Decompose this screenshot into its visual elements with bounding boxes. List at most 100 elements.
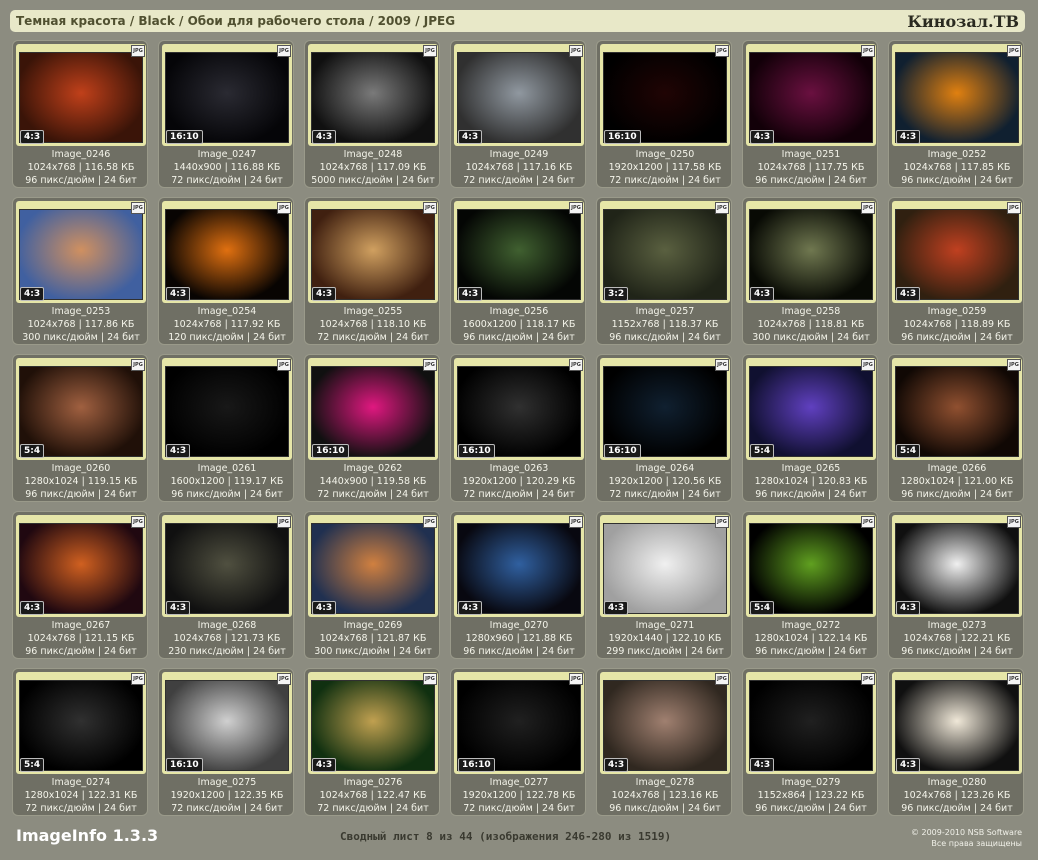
thumbnail-info: Image_0259 1024x768 | 118.89 КБ 96 пикс/дю… xyxy=(889,305,1023,344)
thumbnail-tile[interactable]: JPG 16:10 Image_0277 1920x1200 | 122.78 КБ 7… xyxy=(450,668,586,816)
jpg-format-icon: JPG xyxy=(861,202,875,214)
thumbnail-tile[interactable]: JPG 4:3 Image_0246 1024x768 | 116.58 КБ 96 п… xyxy=(12,40,148,188)
thumbnail-tile[interactable]: JPG 4:3 Image_0258 1024x768 | 118.81 КБ 300 … xyxy=(742,197,878,345)
thumbnail-frame: JPG 16:10 xyxy=(308,358,438,460)
image-filename: Image_0257 xyxy=(635,306,695,317)
image-resolution-size: 1024x768 | 121.73 КБ xyxy=(173,633,281,644)
thumbnail-tile[interactable]: JPG 5:4 Image_0260 1280x1024 | 119.15 КБ 96 … xyxy=(12,354,148,502)
thumbnail-tile[interactable]: JPG 4:3 Image_0273 1024x768 | 122.21 КБ 96 п… xyxy=(888,511,1024,659)
image-filename: Image_0254 xyxy=(197,306,257,317)
jpg-format-icon: JPG xyxy=(131,45,145,57)
jpg-format-icon: JPG xyxy=(1007,516,1021,528)
jpg-format-icon: JPG xyxy=(131,359,145,371)
thumbnail-tile[interactable]: JPG 4:3 Image_0271 1920x1440 | 122.10 КБ 299… xyxy=(596,511,732,659)
image-dpi-depth: 300 пикс/дюйм | 24 бит xyxy=(752,332,870,343)
image-filename: Image_0252 xyxy=(927,149,987,160)
image-resolution-size: 1024x768 | 121.87 КБ xyxy=(319,633,427,644)
image-dpi-depth: 96 пикс/дюйм | 24 бит xyxy=(171,489,283,500)
thumbnail-info: Image_0274 1280x1024 | 122.31 КБ 72 пикс/д… xyxy=(13,776,147,815)
aspect-ratio-badge: 4:3 xyxy=(312,601,337,615)
image-filename: Image_0255 xyxy=(343,306,403,317)
aspect-ratio-badge: 4:3 xyxy=(604,758,629,772)
thumbnail-info: Image_0276 1024x768 | 122.47 КБ 72 пикс/дю… xyxy=(305,776,439,815)
image-resolution-size: 1024x768 | 122.47 КБ xyxy=(319,790,427,801)
image-resolution-size: 1920x1200 | 120.29 КБ xyxy=(462,476,576,487)
image-resolution-size: 1440x900 | 116.88 КБ xyxy=(173,162,281,173)
thumbnail-frame: JPG 4:3 xyxy=(308,44,438,146)
thumbnail-tile[interactable]: JPG 4:3 Image_0279 1152x864 | 123.22 КБ 96 п… xyxy=(742,668,878,816)
thumbnail-tile[interactable]: JPG 4:3 Image_0251 1024x768 | 117.75 КБ 96 п… xyxy=(742,40,878,188)
thumbnail-tile[interactable]: JPG 4:3 Image_0253 1024x768 | 117.86 КБ 300 … xyxy=(12,197,148,345)
thumbnail-tile[interactable]: JPG 4:3 Image_0276 1024x768 | 122.47 КБ 72 п… xyxy=(304,668,440,816)
jpg-format-icon: JPG xyxy=(569,516,583,528)
image-resolution-size: 1280x1024 | 121.00 КБ xyxy=(900,476,1014,487)
image-dpi-depth: 72 пикс/дюйм | 24 бит xyxy=(463,489,575,500)
rights-line: Все права защищены xyxy=(931,839,1022,848)
thumbnail-tile[interactable]: JPG 5:4 Image_0274 1280x1024 | 122.31 КБ 72 … xyxy=(12,668,148,816)
thumbnail-tile[interactable]: JPG 4:3 Image_0252 1024x768 | 117.85 КБ 96 п… xyxy=(888,40,1024,188)
aspect-ratio-badge: 4:3 xyxy=(896,130,921,144)
aspect-ratio-badge: 5:4 xyxy=(750,444,775,458)
jpg-format-icon: JPG xyxy=(277,359,291,371)
thumbnail-tile[interactable]: JPG 4:3 Image_0278 1024x768 | 123.16 КБ 96 п… xyxy=(596,668,732,816)
image-resolution-size: 1600x1200 | 119.17 КБ xyxy=(170,476,284,487)
thumbnail-info: Image_0280 1024x768 | 123.26 КБ 96 пикс/дю… xyxy=(889,776,1023,815)
thumbnail-tile[interactable]: JPG 3:2 Image_0257 1152x768 | 118.37 КБ 96 п… xyxy=(596,197,732,345)
image-resolution-size: 1024x768 | 117.92 КБ xyxy=(173,319,281,330)
thumbnail-tile[interactable]: JPG 4:3 Image_0248 1024x768 | 117.09 КБ 5000… xyxy=(304,40,440,188)
thumbnail-tile[interactable]: JPG 5:4 Image_0265 1280x1024 | 120.83 КБ 96 … xyxy=(742,354,878,502)
thumbnail-tile[interactable]: JPG 4:3 Image_0256 1600x1200 | 118.17 КБ 96 … xyxy=(450,197,586,345)
thumbnail-frame: JPG 4:3 xyxy=(454,201,584,303)
image-resolution-size: 1024x768 | 117.86 КБ xyxy=(27,319,135,330)
thumbnail-info: Image_0257 1152x768 | 118.37 КБ 96 пикс/дю… xyxy=(597,305,731,344)
image-filename: Image_0247 xyxy=(197,149,257,160)
image-dpi-depth: 96 пикс/дюйм | 24 бит xyxy=(901,489,1013,500)
image-resolution-size: 1024x768 | 116.58 КБ xyxy=(27,162,135,173)
thumbnail-tile[interactable]: JPG 16:10 Image_0262 1440x900 | 119.58 КБ 72… xyxy=(304,354,440,502)
thumbnail-tile[interactable]: JPG 4:3 Image_0267 1024x768 | 121.15 КБ 96 п… xyxy=(12,511,148,659)
thumbnail-info: Image_0273 1024x768 | 122.21 КБ 96 пикс/дю… xyxy=(889,619,1023,658)
image-resolution-size: 1024x768 | 117.85 КБ xyxy=(903,162,1011,173)
thumbnail-info: Image_0255 1024x768 | 118.10 КБ 72 пикс/дю… xyxy=(305,305,439,344)
thumbnail-tile[interactable]: JPG 4:3 Image_0280 1024x768 | 123.26 КБ 96 п… xyxy=(888,668,1024,816)
aspect-ratio-badge: 5:4 xyxy=(750,601,775,615)
app-name: ImageInfo 1.3.3 xyxy=(16,826,159,845)
aspect-ratio-badge: 4:3 xyxy=(20,601,45,615)
thumbnail-info: Image_0247 1440x900 | 116.88 КБ 72 пикс/дю… xyxy=(159,148,293,187)
thumbnail-tile[interactable]: JPG 4:3 Image_0268 1024x768 | 121.73 КБ 230 … xyxy=(158,511,294,659)
image-dpi-depth: 5000 пикс/дюйм | 24 бит xyxy=(311,175,435,186)
thumbnail-tile[interactable]: JPG 16:10 Image_0264 1920x1200 | 120.56 КБ 7… xyxy=(596,354,732,502)
image-dpi-depth: 72 пикс/дюйм | 24 бит xyxy=(317,803,429,814)
thumbnail-frame: JPG 4:3 xyxy=(892,515,1022,617)
thumbnail-tile[interactable]: JPG 4:3 Image_0254 1024x768 | 117.92 КБ 120 … xyxy=(158,197,294,345)
thumbnail-tile[interactable]: JPG 16:10 Image_0275 1920x1200 | 122.35 КБ 7… xyxy=(158,668,294,816)
breadcrumb: Темная красота / Black / Обои для рабоче… xyxy=(16,14,456,28)
aspect-ratio-badge: 3:2 xyxy=(604,287,629,301)
thumbnail-tile[interactable]: JPG 4:3 Image_0261 1600x1200 | 119.17 КБ 96 … xyxy=(158,354,294,502)
thumbnail-tile[interactable]: JPG 5:4 Image_0266 1280x1024 | 121.00 КБ 96 … xyxy=(888,354,1024,502)
thumbnail-tile[interactable]: JPG 4:3 Image_0259 1024x768 | 118.89 КБ 96 п… xyxy=(888,197,1024,345)
jpg-format-icon: JPG xyxy=(1007,359,1021,371)
image-dpi-depth: 96 пикс/дюйм | 24 бит xyxy=(609,803,721,814)
aspect-ratio-badge: 4:3 xyxy=(166,287,191,301)
thumbnail-tile[interactable]: JPG 4:3 Image_0249 1024x768 | 117.16 КБ 72 п… xyxy=(450,40,586,188)
thumbnail-frame: JPG 5:4 xyxy=(16,358,146,460)
thumbnail-tile[interactable]: JPG 4:3 Image_0255 1024x768 | 118.10 КБ 72 п… xyxy=(304,197,440,345)
thumbnail-tile[interactable]: JPG 16:10 Image_0263 1920x1200 | 120.29 КБ 7… xyxy=(450,354,586,502)
thumbnail-tile[interactable]: JPG 16:10 Image_0247 1440x900 | 116.88 КБ 72… xyxy=(158,40,294,188)
thumbnail-tile[interactable]: JPG 5:4 Image_0272 1280x1024 | 122.14 КБ 96 … xyxy=(742,511,878,659)
jpg-format-icon: JPG xyxy=(569,359,583,371)
image-filename: Image_0246 xyxy=(51,149,111,160)
image-dpi-depth: 72 пикс/дюйм | 24 бит xyxy=(171,175,283,186)
aspect-ratio-badge: 5:4 xyxy=(20,444,45,458)
thumbnail-tile[interactable]: JPG 16:10 Image_0250 1920x1200 | 117.58 КБ 7… xyxy=(596,40,732,188)
thumbnail-tile[interactable]: JPG 4:3 Image_0269 1024x768 | 121.87 КБ 300 … xyxy=(304,511,440,659)
image-resolution-size: 1024x768 | 118.10 КБ xyxy=(319,319,427,330)
thumbnail-frame: JPG 4:3 xyxy=(16,201,146,303)
thumbnail-frame: JPG 16:10 xyxy=(454,358,584,460)
thumbnail-tile[interactable]: JPG 4:3 Image_0270 1280x960 | 121.88 КБ 96 п… xyxy=(450,511,586,659)
thumbnail-info: Image_0248 1024x768 | 117.09 КБ 5000 пикс/… xyxy=(305,148,439,187)
jpg-format-icon: JPG xyxy=(861,673,875,685)
thumbnail-info: Image_0249 1024x768 | 117.16 КБ 72 пикс/дю… xyxy=(451,148,585,187)
aspect-ratio-badge: 16:10 xyxy=(166,758,203,772)
